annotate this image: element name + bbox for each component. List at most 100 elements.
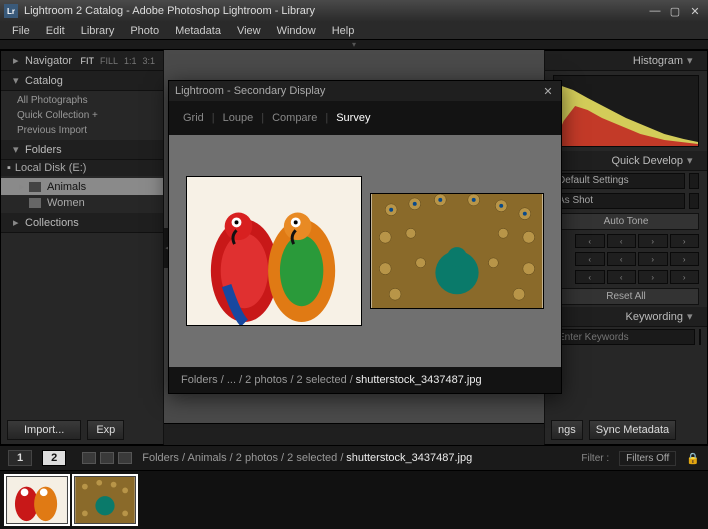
sync-settings-button[interactable]: ngs	[551, 420, 583, 440]
keywords-input[interactable]	[553, 329, 695, 345]
filter-label: Filter :	[581, 453, 609, 464]
catalog-previous-import[interactable]: Previous Import	[1, 123, 163, 138]
folders-label: Folders	[25, 144, 62, 156]
folder-women[interactable]: Women	[1, 195, 163, 211]
zoom-fit[interactable]: FIT	[80, 56, 94, 66]
triangle-down-icon: ▾	[687, 54, 695, 67]
folder-name: Animals	[47, 181, 86, 193]
filmstrip-thumb-2[interactable]	[74, 476, 136, 524]
folders-header[interactable]: ▾ Folders	[1, 140, 163, 160]
folder-root-label: Local Disk (E:)	[15, 162, 87, 174]
view-compare-icon[interactable]	[118, 452, 132, 464]
breadcrumb-path: Folders / Animals / 2 photos / 2 selecte…	[142, 452, 343, 464]
menu-metadata[interactable]: Metadata	[167, 23, 229, 39]
secondary-close-button[interactable]: ✕	[541, 85, 555, 98]
right-panel: Histogram ▾ Quick Develop ▾ Default Sett…	[544, 50, 708, 445]
menu-edit[interactable]: Edit	[38, 23, 73, 39]
filmstrip-thumb-1[interactable]	[6, 476, 68, 524]
triangle-right-icon: ▸	[19, 180, 29, 193]
whitebalance-dropdown[interactable]: As Shot	[553, 193, 685, 209]
secondary-display-window: Lightroom - Secondary Display ✕ Grid| Lo…	[168, 80, 562, 394]
wb-stepper[interactable]	[689, 193, 699, 209]
catalog-all-photos[interactable]: All Photographs	[1, 93, 163, 108]
reset-all-button[interactable]: Reset All	[553, 288, 699, 305]
menu-photo[interactable]: Photo	[122, 23, 167, 39]
adjust-plus2[interactable]: ›	[670, 270, 700, 284]
histogram-header[interactable]: Histogram ▾	[545, 51, 707, 71]
view-loupe-icon[interactable]	[100, 452, 114, 464]
secondary-footer: Folders / ... / 2 photos / 2 selected / …	[169, 367, 561, 393]
keywording-header[interactable]: Keywording ▾	[545, 307, 707, 327]
import-button[interactable]: Import...	[7, 420, 81, 440]
adjust-minus2[interactable]: ‹	[575, 234, 605, 248]
quick-develop-header[interactable]: Quick Develop ▾	[545, 151, 707, 171]
triangle-right-icon: ▸	[13, 216, 21, 229]
catalog-header[interactable]: ▾ Catalog	[1, 71, 163, 91]
secondary-tab-compare[interactable]: Compare	[272, 112, 317, 124]
secondary-titlebar[interactable]: Lightroom - Secondary Display ✕	[169, 81, 561, 101]
window-titlebar: Lr Lightroom 2 Catalog - Adobe Photoshop…	[0, 0, 708, 22]
lock-icon[interactable]: 🔒	[686, 452, 700, 465]
display-tab-1[interactable]: 1	[8, 450, 32, 466]
disk-icon: ▪	[7, 162, 11, 174]
folder-name: Women	[47, 197, 85, 209]
triangle-down-icon: ▾	[687, 154, 695, 167]
left-panel: ▸ Navigator FIT FILL 1:1 3:1 ▾ Catalog A…	[0, 50, 164, 445]
adjust-minus2[interactable]: ‹	[575, 270, 605, 284]
zoom-1to1[interactable]: 1:1	[124, 56, 137, 66]
catalog-quick-collection[interactable]: Quick Collection +	[1, 108, 163, 123]
menu-window[interactable]: Window	[269, 23, 324, 39]
adjust-minus1[interactable]: ‹	[607, 252, 637, 266]
filter-dropdown[interactable]: Filters Off	[619, 451, 676, 466]
preset-stepper[interactable]	[689, 173, 699, 189]
adjust-plus2[interactable]: ›	[670, 252, 700, 266]
app-logo: Lr	[4, 4, 18, 18]
preset-dropdown[interactable]: Default Settings	[553, 173, 685, 189]
sync-metadata-button[interactable]: Sync Metadata	[589, 420, 676, 440]
collections-header[interactable]: ▸ Collections	[1, 213, 163, 233]
adjust-plus2[interactable]: ›	[670, 234, 700, 248]
info-bar: 1 2 Folders / Animals / 2 photos / 2 sel…	[0, 445, 708, 471]
window-title: Lightroom 2 Catalog - Adobe Photoshop Li…	[24, 5, 646, 17]
kw-stepper[interactable]	[699, 329, 701, 345]
secondary-title: Lightroom - Secondary Display	[175, 85, 325, 97]
auto-tone-button[interactable]: Auto Tone	[553, 213, 699, 230]
adjust-minus1[interactable]: ‹	[607, 234, 637, 248]
filmstrip[interactable]	[0, 471, 708, 529]
display-tab-2[interactable]: 2	[42, 450, 66, 466]
menu-help[interactable]: Help	[324, 23, 363, 39]
triangle-down-icon: ▾	[13, 143, 21, 156]
view-grid-icon[interactable]	[82, 452, 96, 464]
top-panel-collapse[interactable]: ▾	[0, 40, 708, 50]
adjust-minus2[interactable]: ‹	[575, 252, 605, 266]
folder-icon	[29, 182, 41, 192]
secondary-tab-survey[interactable]: Survey	[336, 112, 370, 124]
export-button[interactable]: Exp	[87, 420, 124, 440]
adjust-plus1[interactable]: ›	[638, 234, 668, 248]
survey-image-2[interactable]	[370, 193, 544, 309]
folder-root[interactable]: ▪ Local Disk (E:)	[1, 160, 163, 176]
menu-library[interactable]: Library	[73, 23, 123, 39]
folder-animals[interactable]: ▸ Animals	[1, 178, 163, 195]
survey-image-1[interactable]	[186, 176, 362, 326]
adjust-plus1[interactable]: ›	[638, 252, 668, 266]
adjust-plus1[interactable]: ›	[638, 270, 668, 284]
zoom-3to1[interactable]: 3:1	[142, 56, 155, 66]
histogram-chart	[553, 75, 699, 147]
navigator-label: Navigator	[25, 55, 72, 67]
adjust-minus1[interactable]: ‹	[607, 270, 637, 284]
navigator-header[interactable]: ▸ Navigator FIT FILL 1:1 3:1	[1, 51, 163, 71]
menu-file[interactable]: File	[4, 23, 38, 39]
minimize-button[interactable]: —	[646, 4, 664, 18]
quick-develop-label: Quick Develop	[611, 155, 683, 167]
menu-view[interactable]: View	[229, 23, 269, 39]
secondary-tab-loupe[interactable]: Loupe	[223, 112, 254, 124]
close-button[interactable]: ✕	[686, 4, 704, 18]
secondary-footer-current: shutterstock_3437487.jpg	[356, 374, 482, 386]
triangle-down-icon: ▾	[13, 74, 21, 87]
secondary-tab-grid[interactable]: Grid	[183, 112, 204, 124]
secondary-tabs: Grid| Loupe| Compare| Survey	[169, 101, 561, 135]
zoom-fill[interactable]: FILL	[100, 56, 118, 66]
collections-label: Collections	[25, 217, 79, 229]
maximize-button[interactable]: ▢	[666, 4, 684, 18]
